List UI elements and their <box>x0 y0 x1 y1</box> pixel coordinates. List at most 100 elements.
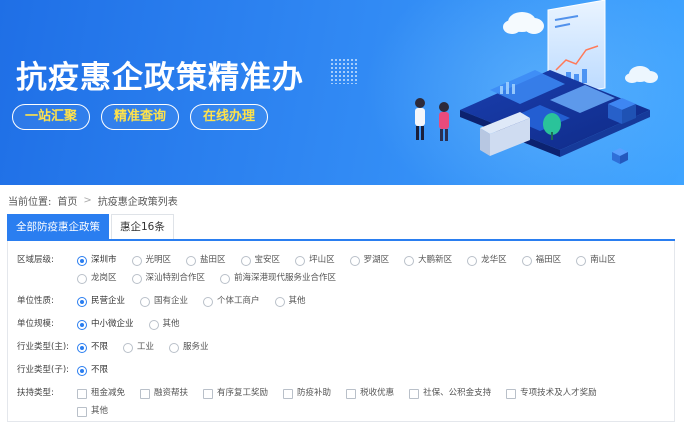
checkbox-option[interactable]: 融资帮扶 <box>140 387 188 400</box>
checkbox[interactable] <box>409 388 420 399</box>
filter-label: 行业类型(主): <box>17 342 69 352</box>
checkbox-option[interactable]: 税收优惠 <box>346 387 394 400</box>
option-label: 坪山区 <box>309 255 335 265</box>
radio-option[interactable]: 前海深港现代服务业合作区 <box>220 272 336 285</box>
checkbox[interactable] <box>77 388 87 399</box>
tab-16-measures[interactable]: 惠企16条 <box>111 214 174 239</box>
radio-option[interactable]: 不限 <box>77 341 108 354</box>
checkbox-option[interactable]: 社保、公积金支持 <box>409 387 491 400</box>
breadcrumb-home-link[interactable]: 首页 <box>57 193 77 208</box>
filter-row-2: 单位性质: 民营企业 国有企业 个体工商户 其他 <box>17 295 657 308</box>
option-label: 防疫补助 <box>297 388 332 398</box>
filter-row-1: 区域层级: 深圳市 光明区 盐田区 宝安区 坪山区 罗湖区 大鹏新区 龙华区 福田区 南山区龙岗区 深… <box>17 254 657 285</box>
radio-option[interactable]: 龙岗区 <box>77 272 117 285</box>
radio-option[interactable]: 深圳市 <box>77 254 117 267</box>
filter-label: 单位性质: <box>17 296 54 306</box>
option-label: 其他 <box>162 319 180 329</box>
filter-row-6: 扶持类型: 租金减免 融资帮扶 有序复工奖励 防疫补助 税收优惠 社保、公积金支持 专项技术及… <box>17 387 657 418</box>
option-label: 大鹏新区 <box>418 255 453 265</box>
radio-button[interactable] <box>274 296 285 307</box>
radio-button[interactable] <box>77 296 87 307</box>
radio-button[interactable] <box>186 255 197 266</box>
option-label: 国有企业 <box>154 296 189 306</box>
isometric-data-illustration <box>415 0 658 164</box>
radio-button[interactable] <box>77 365 87 376</box>
radio-option[interactable]: 不限 <box>77 364 108 377</box>
radio-button[interactable] <box>220 273 231 284</box>
checkbox[interactable] <box>140 388 151 399</box>
checkbox[interactable] <box>506 388 517 399</box>
banner-dot-pattern <box>330 58 358 84</box>
filter-options: 不限 <box>77 364 657 377</box>
checkbox[interactable] <box>346 388 357 399</box>
radio-button[interactable] <box>77 319 87 330</box>
option-label: 南山区 <box>590 255 616 265</box>
radio-option[interactable]: 坪山区 <box>295 254 335 267</box>
checkbox-option[interactable]: 防疫补助 <box>283 387 331 400</box>
option-label: 社保、公积金支持 <box>423 388 492 398</box>
checkbox-option[interactable]: 租金减免 <box>77 387 125 400</box>
radio-option[interactable]: 宝安区 <box>240 254 280 267</box>
radio-option[interactable]: 服务业 <box>169 341 209 354</box>
radio-option[interactable]: 龙华区 <box>467 254 507 267</box>
banner-pill-row: 一站汇聚 精准查询 在线办理 <box>12 104 269 130</box>
checkbox[interactable] <box>203 388 214 399</box>
radio-button[interactable] <box>123 342 134 353</box>
radio-button[interactable] <box>131 273 142 284</box>
radio-button[interactable] <box>77 342 87 353</box>
tab-all-policies[interactable]: 全部防疫惠企政策 <box>7 214 109 239</box>
radio-button[interactable] <box>576 255 587 266</box>
option-label: 工业 <box>137 342 155 352</box>
pill-button-2[interactable]: 精准查询 <box>101 104 180 130</box>
radio-option[interactable]: 深汕特别合作区 <box>131 272 206 285</box>
radio-button[interactable] <box>467 255 478 266</box>
checkbox[interactable] <box>283 388 294 399</box>
filter-label: 区域层级: <box>17 255 54 265</box>
option-label: 光明区 <box>145 255 172 265</box>
option-label: 龙岗区 <box>91 273 117 283</box>
radio-option[interactable]: 个体工商户 <box>203 295 260 308</box>
radio-button[interactable] <box>404 255 415 266</box>
radio-button[interactable] <box>203 296 214 307</box>
radio-button[interactable] <box>131 255 142 266</box>
radio-option[interactable]: 国有企业 <box>140 295 188 308</box>
radio-button[interactable] <box>295 255 306 266</box>
filter-options: 租金减免 融资帮扶 有序复工奖励 防疫补助 税收优惠 社保、公积金支持 专项技术及人才奖励其… <box>77 387 657 418</box>
radio-button[interactable] <box>240 255 251 266</box>
radio-option[interactable]: 福田区 <box>521 254 561 267</box>
radio-button[interactable] <box>140 296 151 307</box>
option-label: 深汕特别合作区 <box>145 273 206 283</box>
radio-option[interactable]: 其他 <box>274 295 306 308</box>
radio-option[interactable]: 罗湖区 <box>349 254 390 267</box>
radio-option[interactable]: 中小微企业 <box>77 318 134 331</box>
filter-label: 单位规模: <box>17 319 54 329</box>
checkbox-option[interactable]: 其他 <box>77 405 108 418</box>
radio-option[interactable]: 盐田区 <box>186 254 226 267</box>
checkbox[interactable] <box>77 406 87 417</box>
radio-option[interactable]: 其他 <box>148 318 180 331</box>
radio-option[interactable]: 大鹏新区 <box>404 254 452 267</box>
radio-option[interactable]: 光明区 <box>131 254 172 267</box>
pill-button-3[interactable]: 在线办理 <box>190 104 269 130</box>
radio-button[interactable] <box>521 255 532 266</box>
radio-button[interactable] <box>77 255 87 266</box>
filter-row-5: 行业类型(子): 不限 <box>17 364 657 377</box>
option-label: 深圳市 <box>91 255 117 265</box>
radio-option[interactable]: 工业 <box>123 341 154 354</box>
checkbox-option[interactable]: 专项技术及人才奖励 <box>506 387 597 400</box>
pill-button-1[interactable]: 一站汇聚 <box>12 104 91 130</box>
option-label: 盐田区 <box>200 255 226 265</box>
radio-button[interactable] <box>77 273 87 284</box>
filter-label: 扶持类型: <box>17 388 54 398</box>
radio-option[interactable]: 南山区 <box>576 254 616 267</box>
banner-title: 抗疫惠企政策精准办 <box>16 60 304 96</box>
option-label: 不限 <box>91 365 109 375</box>
radio-button[interactable] <box>148 319 159 330</box>
radio-button[interactable] <box>349 255 360 266</box>
radio-button[interactable] <box>169 342 180 353</box>
option-label: 罗湖区 <box>363 255 390 265</box>
option-label: 其他 <box>288 296 306 306</box>
option-label: 税收优惠 <box>360 388 395 398</box>
radio-option[interactable]: 民营企业 <box>77 295 125 308</box>
checkbox-option[interactable]: 有序复工奖励 <box>203 387 268 400</box>
